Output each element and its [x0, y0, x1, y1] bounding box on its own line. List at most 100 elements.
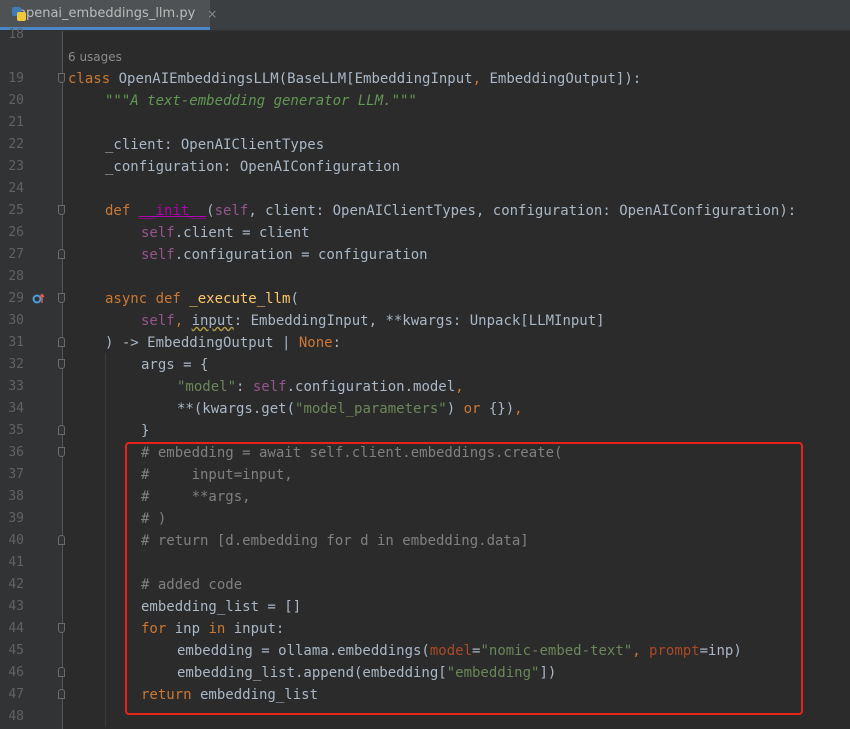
code-line: 30 self, input: EmbeddingInput, **kwargs…: [0, 310, 850, 332]
fold-marker-icon[interactable]: [58, 447, 65, 457]
fold-marker-icon[interactable]: [58, 689, 65, 699]
code-line: 44 for inp in input:: [0, 618, 850, 640]
fold-marker-icon[interactable]: [58, 623, 65, 633]
code-line: 20 """A text-embedding generator LLM.""": [0, 90, 850, 112]
code-line: 28: [0, 266, 850, 288]
code-text[interactable]: _configuration: OpenAIConfiguration: [105, 156, 400, 178]
code-text[interactable]: self, input: EmbeddingInput, **kwargs: U…: [141, 310, 605, 332]
code-line: 43 embedding_list = []: [0, 596, 850, 618]
close-tab-icon[interactable]: ×: [207, 7, 217, 21]
line-number: 42: [8, 577, 24, 592]
usages-hint[interactable]: 6 usages: [68, 46, 122, 68]
code-line: 27 self.configuration = configuration: [0, 244, 850, 266]
code-text[interactable]: **(kwargs.get("model_parameters") or {})…: [177, 398, 523, 420]
code-comment[interactable]: # return [d.embedding for d in embedding…: [141, 530, 529, 552]
code-text[interactable]: self.configuration = configuration: [141, 244, 428, 266]
code-line: 31 ) -> EmbeddingOutput | None:: [0, 332, 850, 354]
code-text[interactable]: return embedding_list: [141, 684, 318, 706]
line-number: 45: [8, 643, 24, 658]
line-number: 46: [8, 665, 24, 680]
code-line: 25 def __init__(self, client: OpenAIClie…: [0, 200, 850, 222]
line-number: 30: [8, 313, 24, 328]
line-number: 48: [8, 709, 24, 724]
fold-marker-icon[interactable]: [58, 337, 65, 347]
code-text[interactable]: args = {: [141, 354, 208, 376]
line-number: 25: [8, 203, 24, 218]
code-line: 40 # return [d.embedding for d in embedd…: [0, 530, 850, 552]
code-text[interactable]: ) -> EmbeddingOutput | None:: [105, 332, 341, 354]
code-text[interactable]: for inp in input:: [141, 618, 284, 640]
code-line: 39 # ): [0, 508, 850, 530]
code-line: 29 async def _execute_llm(: [0, 288, 850, 310]
code-text[interactable]: embedding_list.append(embedding["embeddi…: [177, 662, 556, 684]
fold-marker-icon[interactable]: [58, 359, 65, 369]
line-number: 23: [8, 159, 24, 174]
code-text[interactable]: """A text-embedding generator LLM.""": [105, 90, 417, 112]
line-number: 36: [8, 445, 24, 460]
code-line: 45 embedding = ollama.embeddings(model="…: [0, 640, 850, 662]
code-comment[interactable]: # input=input,: [141, 464, 293, 486]
code-line: 37 # input=input,: [0, 464, 850, 486]
fold-marker-icon[interactable]: [58, 73, 65, 83]
code-text[interactable]: self.client = client: [141, 222, 310, 244]
line-number: 32: [8, 357, 24, 372]
code-line: 35 }: [0, 420, 850, 442]
fold-marker-icon[interactable]: [58, 535, 65, 545]
line-number: 38: [8, 489, 24, 504]
code-line: 33 "model": self.configuration.model,: [0, 376, 850, 398]
line-number: 29: [8, 291, 24, 306]
line-number: 47: [8, 687, 24, 702]
code-comment[interactable]: # ): [141, 508, 166, 530]
usages-hint-row: 6 usages: [0, 46, 850, 68]
code-line: 23 _configuration: OpenAIConfiguration: [0, 156, 850, 178]
fold-marker-icon[interactable]: [58, 667, 65, 677]
fold-marker-icon[interactable]: [58, 205, 65, 215]
line-number: 26: [8, 225, 24, 240]
code-line: 34 **(kwargs.get("model_parameters") or …: [0, 398, 850, 420]
code-line: 46 embedding_list.append(embedding["embe…: [0, 662, 850, 684]
line-number: 44: [8, 621, 24, 636]
code-line: 32 args = {: [0, 354, 850, 376]
line-number: 37: [8, 467, 24, 482]
code-text[interactable]: "model": self.configuration.model,: [177, 376, 464, 398]
line-number: 35: [8, 423, 24, 438]
code-comment[interactable]: # added code: [141, 574, 242, 596]
code-line: 36 # embedding = await self.client.embed…: [0, 442, 850, 464]
line-number: 21: [8, 115, 24, 130]
tab-filename: openai_embeddings_llm.py: [18, 6, 196, 21]
line-number: 24: [8, 181, 24, 196]
code-line: 24: [0, 178, 850, 200]
code-line: 42 # added code: [0, 574, 850, 596]
code-line: 18: [0, 24, 850, 46]
line-number: 39: [8, 511, 24, 526]
line-number: 28: [8, 269, 24, 284]
line-number: 27: [8, 247, 24, 262]
line-number: 41: [8, 555, 24, 570]
override-method-icon[interactable]: [32, 293, 46, 305]
line-number: 34: [8, 401, 24, 416]
code-text[interactable]: embedding = ollama.embeddings(model="nom…: [177, 640, 742, 662]
code-line: 48: [0, 706, 850, 728]
line-number: 43: [8, 599, 24, 614]
fold-marker-icon[interactable]: [58, 293, 65, 303]
code-text[interactable]: embedding_list = []: [141, 596, 301, 618]
fold-marker-icon[interactable]: [58, 249, 65, 259]
code-line: 21: [0, 112, 850, 134]
fold-marker-icon[interactable]: [58, 425, 65, 435]
line-number: 31: [8, 335, 24, 350]
code-line: 19 class OpenAIEmbeddingsLLM(BaseLLM[Emb…: [0, 68, 850, 90]
line-number: 33: [8, 379, 24, 394]
code-text[interactable]: }: [141, 420, 149, 442]
line-number: 19: [8, 71, 24, 86]
line-number: 40: [8, 533, 24, 548]
code-text[interactable]: def __init__(self, client: OpenAIClientT…: [105, 200, 796, 222]
line-number: 20: [8, 93, 24, 108]
code-comment[interactable]: # embedding = await self.client.embeddin…: [141, 442, 562, 464]
code-comment[interactable]: # **args,: [141, 486, 251, 508]
code-line: 38 # **args,: [0, 486, 850, 508]
code-editor[interactable]: 18 6 usages 19 class OpenAIEmbeddingsLLM…: [0, 27, 850, 729]
code-line: 47 return embedding_list: [0, 684, 850, 706]
code-text[interactable]: _client: OpenAIClientTypes: [105, 134, 324, 156]
code-text[interactable]: class OpenAIEmbeddingsLLM(BaseLLM[Embedd…: [68, 68, 641, 90]
code-text[interactable]: async def _execute_llm(: [105, 288, 299, 310]
